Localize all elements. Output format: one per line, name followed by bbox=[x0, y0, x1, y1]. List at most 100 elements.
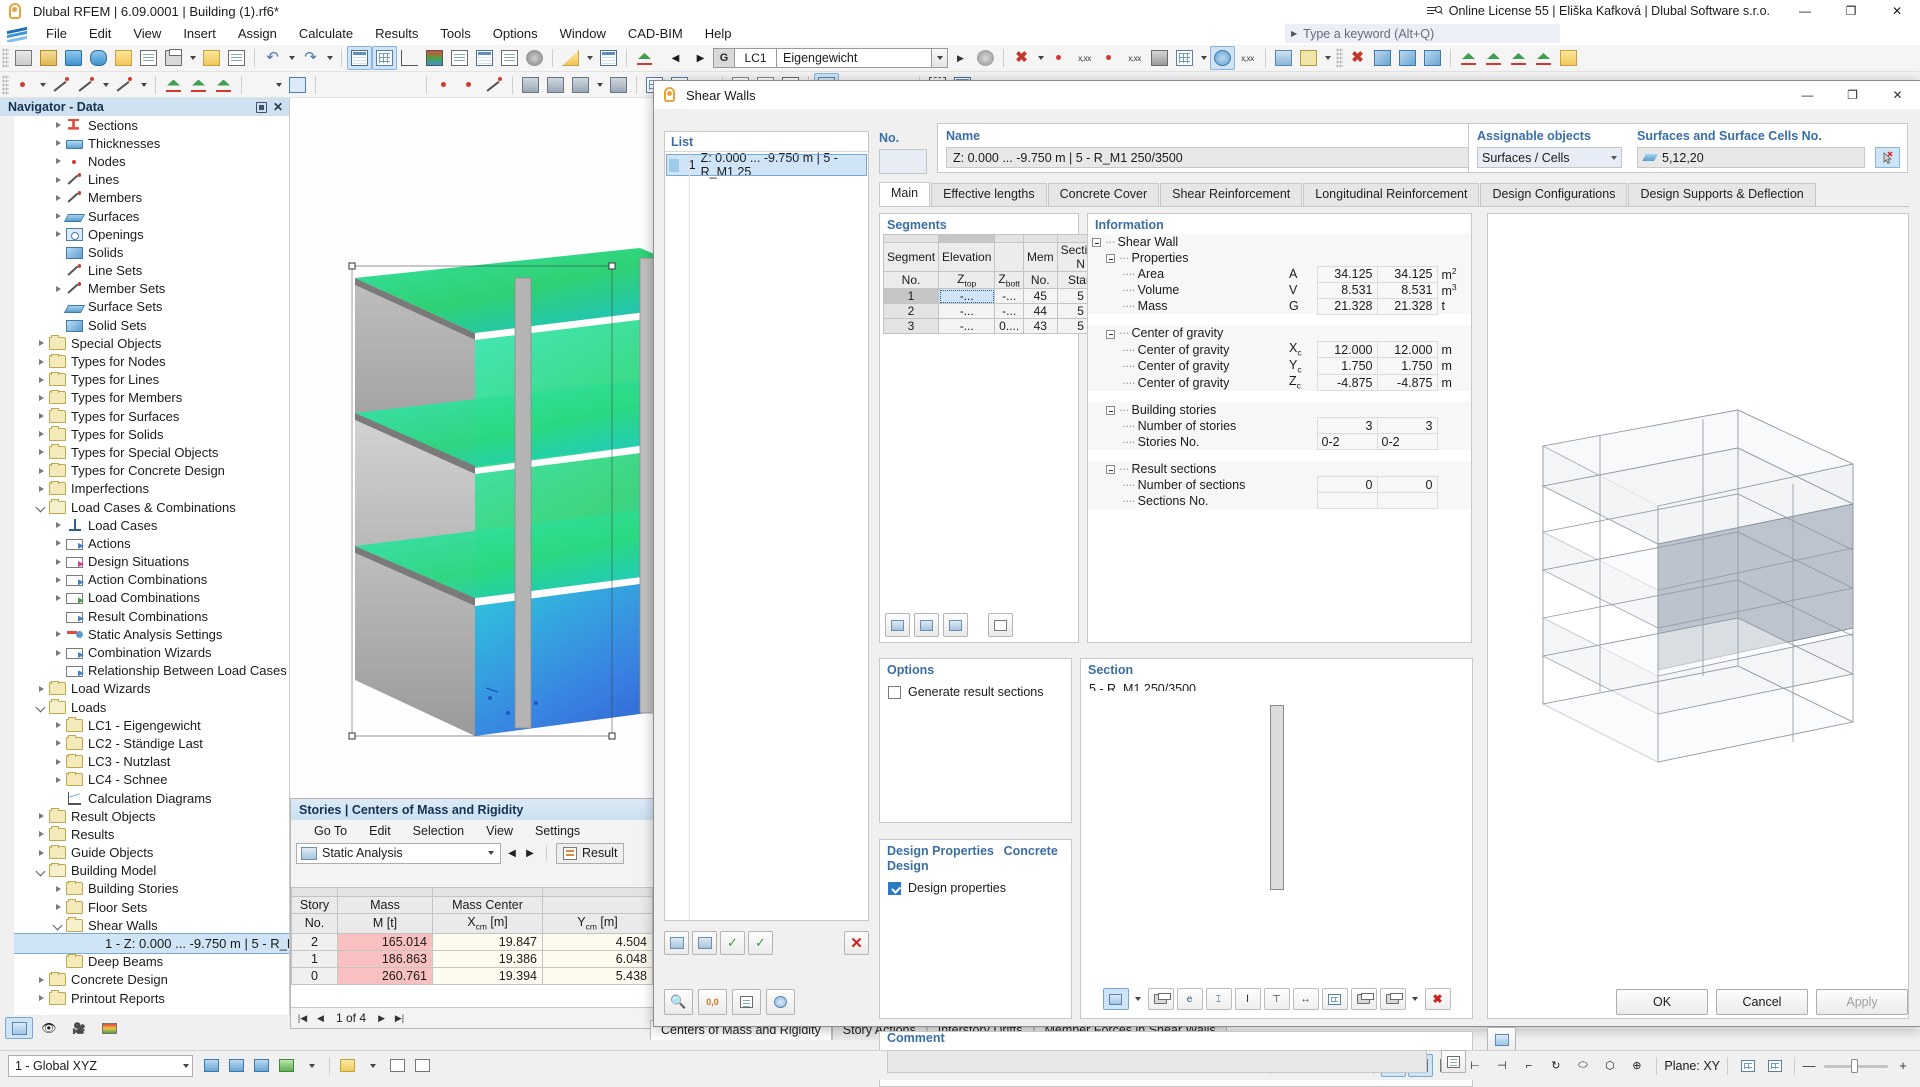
printout-report-button[interactable] bbox=[199, 46, 224, 70]
result-grid-header-top[interactable] bbox=[542, 896, 653, 914]
rt-menu-goto[interactable]: Go To bbox=[303, 822, 358, 840]
collapse-icon[interactable] bbox=[1106, 329, 1115, 339]
loadcase-settings-button[interactable] bbox=[973, 46, 998, 70]
rfem-icon-button[interactable] bbox=[61, 46, 86, 70]
result-value-2-button[interactable] bbox=[1047, 46, 1072, 70]
work-plane-dropdown[interactable] bbox=[299, 1054, 324, 1077]
chevron-right-icon[interactable] bbox=[33, 485, 49, 492]
result-grid-header-top[interactable]: Mass Center bbox=[432, 896, 543, 914]
cell-story-no[interactable]: 1 bbox=[291, 949, 338, 968]
view-rotate-button[interactable]: ↻ bbox=[1543, 1054, 1568, 1077]
dialog-tab[interactable]: Main bbox=[879, 182, 931, 206]
dialog-tab[interactable]: Concrete Cover bbox=[1047, 183, 1160, 206]
segments-header-bottom[interactable]: Ztop bbox=[938, 270, 996, 290]
footer-settings-button[interactable] bbox=[766, 989, 795, 1015]
chevron-right-icon[interactable] bbox=[50, 285, 66, 292]
collapse-icon[interactable] bbox=[1106, 406, 1115, 416]
name-input[interactable]: Z: 0.000 ... -9.750 m | 5 - R_M1 250/350… bbox=[946, 147, 1506, 168]
undo-button[interactable]: ↶ bbox=[260, 46, 285, 70]
cell-mass[interactable]: 260.761 bbox=[337, 966, 433, 985]
table-row[interactable]: 2 165.014 19.847 4.504 bbox=[291, 932, 653, 951]
cell-segment-no[interactable]: 1 bbox=[882, 288, 940, 305]
assignable-objects-combo[interactable]: Surfaces / Cells bbox=[1477, 147, 1622, 168]
comment-library-button[interactable] bbox=[1441, 1050, 1466, 1073]
surfaces-no-field[interactable]: 5,12,20 bbox=[1637, 147, 1865, 168]
insert-line-button[interactable] bbox=[49, 73, 74, 97]
navigator-item[interactable]: Special Objects bbox=[14, 334, 289, 352]
navigator-item[interactable]: Building Model bbox=[14, 862, 289, 880]
license-info[interactable]: Online License 55 | Eliška Kafková | Dlu… bbox=[1426, 4, 1782, 18]
result-grid-header-bottom[interactable]: M [t] bbox=[337, 913, 433, 934]
toolbar2-grip[interactable] bbox=[2, 74, 9, 95]
insert-node-dropdown[interactable] bbox=[36, 73, 49, 97]
cell-ycm[interactable]: 4.504 bbox=[542, 932, 653, 951]
surface-load-button[interactable] bbox=[371, 73, 396, 97]
shear-wall-3d-preview[interactable] bbox=[1487, 213, 1909, 1019]
navigator-item[interactable]: Types for Nodes bbox=[14, 352, 289, 370]
chevron-right-icon[interactable] bbox=[50, 649, 66, 656]
menu-calculate[interactable]: Calculate bbox=[288, 23, 364, 44]
view-wire-button[interactable] bbox=[1420, 46, 1445, 70]
surface-release-button[interactable] bbox=[457, 73, 482, 97]
free-load-button[interactable] bbox=[396, 73, 421, 97]
cell-mass[interactable]: 165.014 bbox=[337, 932, 433, 951]
animation-dropdown[interactable] bbox=[1321, 46, 1334, 70]
close-navigator-icon[interactable]: ✕ bbox=[273, 101, 283, 113]
cell-ycm[interactable]: 5.438 bbox=[542, 966, 653, 985]
navigator-item[interactable]: Members bbox=[14, 189, 289, 207]
chevron-right-icon[interactable] bbox=[50, 213, 66, 220]
redo-button[interactable]: ↷ bbox=[298, 46, 323, 70]
shear-wall-button[interactable] bbox=[518, 73, 543, 97]
chevron-right-icon[interactable] bbox=[50, 740, 66, 747]
chevron-right-icon[interactable] bbox=[50, 158, 66, 165]
navigator-item[interactable]: Types for Lines bbox=[14, 371, 289, 389]
menu-insert[interactable]: Insert bbox=[172, 23, 227, 44]
last-page-button[interactable]: ▶| bbox=[392, 1011, 407, 1026]
surface-support-button[interactable] bbox=[211, 73, 236, 97]
chevron-down-icon[interactable] bbox=[33, 503, 49, 511]
navigator-item[interactable]: Types for Special Objects bbox=[14, 443, 289, 461]
cell-z-bott[interactable]: 0.... bbox=[994, 318, 1024, 335]
chevron-right-icon[interactable] bbox=[50, 594, 66, 601]
menu-window[interactable]: Window bbox=[549, 23, 617, 44]
print-button[interactable] bbox=[161, 46, 186, 70]
navigator-item[interactable]: LC3 - Nutzlast bbox=[14, 753, 289, 771]
cell-member-no[interactable]: 45 bbox=[1022, 288, 1058, 305]
add-table-button[interactable] bbox=[596, 46, 621, 70]
grid-visible-button[interactable] bbox=[385, 1054, 410, 1077]
segments-header-bottom[interactable]: No. bbox=[1022, 270, 1058, 290]
navigator-item[interactable]: Solids bbox=[14, 243, 289, 261]
navigator-item[interactable]: Load Cases & Combinations bbox=[14, 498, 289, 516]
cloud-button[interactable] bbox=[86, 46, 111, 70]
check-button[interactable]: ✓ bbox=[720, 931, 745, 955]
grid-snap2-button[interactable] bbox=[1762, 1054, 1787, 1077]
menu-assign[interactable]: Assign bbox=[227, 23, 288, 44]
cell-member-no[interactable]: 44 bbox=[1022, 303, 1058, 320]
dialog-tab-strip[interactable]: Main Effective lengths Concrete Cover Shear… bbox=[879, 182, 1909, 207]
navigator-item[interactable]: 1 - Z: 0.000 ... -9.750 m | 5 - R_M1 250… bbox=[14, 933, 289, 954]
chevron-right-icon[interactable] bbox=[33, 358, 49, 365]
rt-menu-edit[interactable]: Edit bbox=[358, 822, 402, 840]
result-sphere-button[interactable] bbox=[1210, 46, 1235, 70]
cell-segment-no[interactable]: 3 bbox=[882, 318, 940, 335]
result-grid-header-bottom[interactable]: Xcm [m] bbox=[432, 913, 543, 934]
view-clip-button[interactable]: ⌐ bbox=[1516, 1054, 1541, 1077]
navigator-item[interactable]: Printout Reports bbox=[14, 989, 289, 1007]
navigator-item[interactable]: LC4 - Schnee bbox=[14, 771, 289, 789]
loadcase-play-button[interactable]: ▶ bbox=[948, 46, 973, 70]
chevron-right-icon[interactable] bbox=[33, 813, 49, 820]
insert-member-button[interactable] bbox=[74, 73, 99, 97]
design-properties-checkbox[interactable] bbox=[888, 881, 901, 895]
chevron-right-icon[interactable] bbox=[50, 576, 66, 583]
menu-edit[interactable]: Edit bbox=[78, 23, 122, 44]
next-page-button[interactable]: ▶ bbox=[374, 1011, 389, 1026]
dialog-tab[interactable]: Shear Reinforcement bbox=[1160, 183, 1303, 206]
navigator-item[interactable]: Lines bbox=[14, 171, 289, 189]
navigator-item[interactable]: LC1 - Eigengewicht bbox=[14, 716, 289, 734]
navigator-item[interactable]: Types for Surfaces bbox=[14, 407, 289, 425]
insert-node-button[interactable] bbox=[11, 73, 36, 97]
segment-delete-button[interactable] bbox=[943, 613, 968, 637]
cell-xcm[interactable]: 19.386 bbox=[432, 949, 543, 968]
pick-surfaces-button[interactable] bbox=[1875, 147, 1900, 168]
info-group-row[interactable]: ··· Properties bbox=[1088, 250, 1471, 266]
